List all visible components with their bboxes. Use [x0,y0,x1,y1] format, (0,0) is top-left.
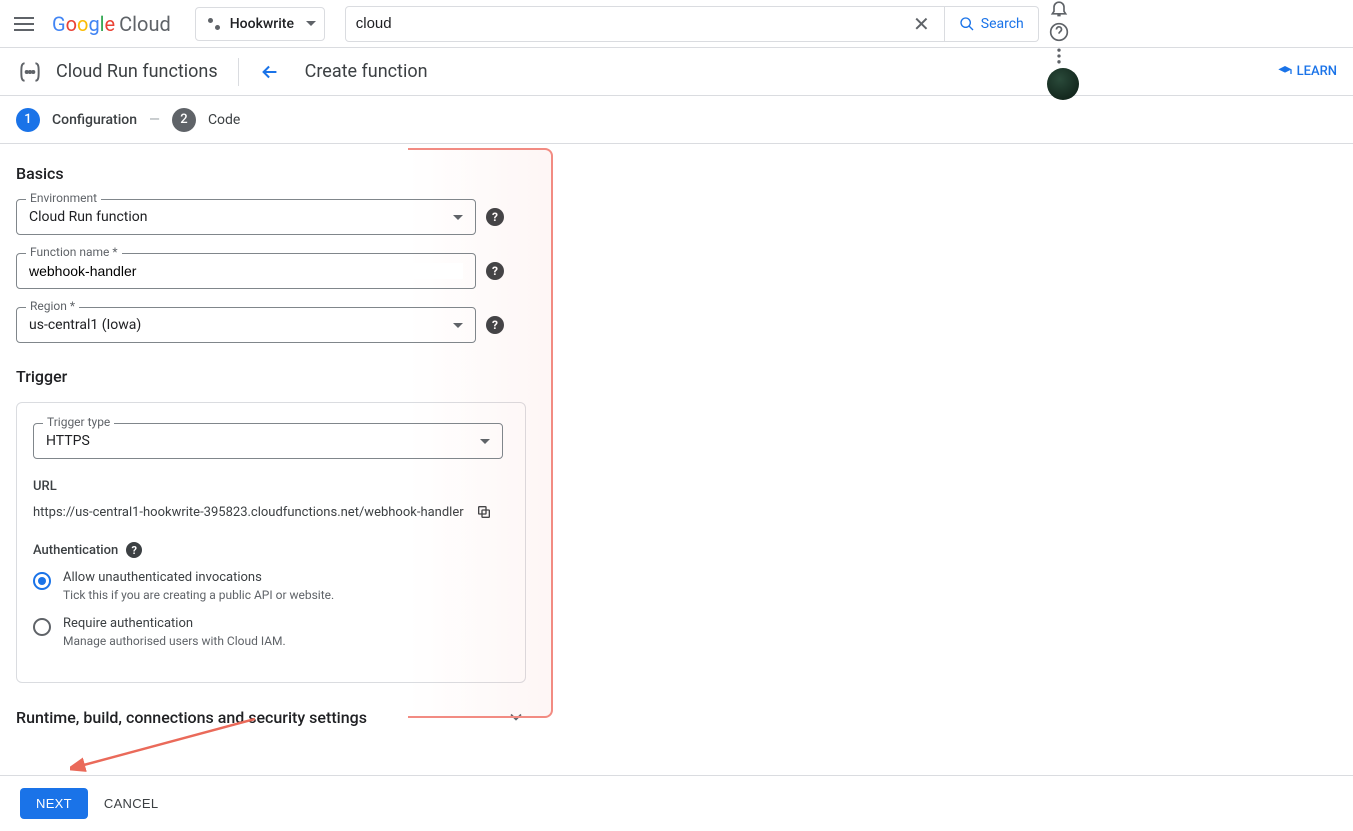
radio-require-label: Require authentication [63,616,286,631]
caret-down-icon [480,439,490,444]
search-input[interactable] [356,15,909,32]
copy-url-icon[interactable] [476,504,492,520]
authentication-heading: Authentication [33,543,118,558]
google-cloud-logo[interactable]: GoogleCloud [52,12,171,36]
learn-icon [1277,64,1293,80]
auth-option-unauth[interactable]: Allow unauthenticated invocations Tick t… [33,570,509,602]
radio-require-auth[interactable] [33,618,51,636]
stepper: 1 Configuration — 2 Code [0,96,1353,144]
caret-down-icon [453,323,463,328]
chevron-down-icon [506,707,526,727]
url-heading: URL [33,479,509,494]
function-name-input[interactable] [29,263,463,279]
form-content: Basics Environment Cloud Run function Fu… [0,144,560,817]
caret-down-icon [306,21,316,26]
project-icon [206,16,222,32]
search-icon [959,16,975,32]
radio-require-sub: Manage authorised users with Cloud IAM. [63,634,286,648]
back-arrow-icon[interactable] [259,61,281,83]
project-name: Hookwrite [230,16,294,32]
trigger-title: Trigger [16,367,544,386]
step-1-label: Configuration [52,112,137,128]
search-button[interactable]: Search [945,6,1039,42]
function-name-label: Function name * [26,245,122,259]
step-2-label[interactable]: Code [208,112,240,128]
divider [238,58,239,86]
region-value: us-central1 (Iowa) [29,317,141,333]
environment-value: Cloud Run function [29,209,147,225]
auth-option-require[interactable]: Require authentication Manage authorised… [33,616,509,648]
caret-down-icon [453,215,463,220]
cancel-button[interactable]: CANCEL [104,796,159,811]
page-title: Create function [305,61,428,82]
search-box[interactable]: ✕ [345,6,945,42]
footer-bar: NEXT CANCEL [0,775,1353,831]
clear-search-icon[interactable]: ✕ [909,12,934,36]
search-container: ✕ Search [345,6,1039,42]
region-help-icon[interactable] [486,316,504,334]
service-name: Cloud Run functions [56,61,218,82]
notifications-icon[interactable] [1047,0,1071,20]
trigger-type-label: Trigger type [43,415,114,429]
region-label: Region * [26,299,79,313]
more-menu-icon[interactable] [1047,44,1071,68]
page-header: Cloud Run functions Create function LEAR… [0,48,1353,96]
learn-button[interactable]: LEARN [1277,64,1337,80]
nav-menu-button[interactable] [12,12,36,36]
learn-label: LEARN [1297,64,1337,79]
basics-title: Basics [16,164,544,183]
environment-label: Environment [26,191,101,205]
function-url: https://us-central1-hookwrite-395823.clo… [33,505,464,520]
help-icon[interactable] [1047,20,1071,44]
account-avatar[interactable] [1047,68,1079,100]
cloud-functions-icon [16,58,44,86]
region-select[interactable]: us-central1 (Iowa) [16,307,476,343]
top-bar: GoogleCloud Hookwrite ✕ Search [0,0,1353,48]
radio-unauth-label: Allow unauthenticated invocations [63,570,334,585]
radio-unauth-sub: Tick this if you are creating a public A… [63,588,334,602]
search-button-label: Search [981,16,1024,32]
authentication-help-icon[interactable] [126,542,142,558]
next-button[interactable]: NEXT [20,788,88,819]
step-separator: — [149,112,160,128]
project-selector[interactable]: Hookwrite [195,7,325,41]
environment-help-icon[interactable] [486,208,504,226]
step-2-indicator: 2 [172,108,196,132]
runtime-settings-title: Runtime, build, connections and security… [16,708,367,727]
trigger-type-value: HTTPS [46,433,90,449]
trigger-card: Trigger type HTTPS URL https://us-centra… [16,402,526,683]
runtime-settings-expander[interactable]: Runtime, build, connections and security… [16,707,526,727]
radio-unauth[interactable] [33,572,51,590]
function-name-help-icon[interactable] [486,262,504,280]
step-1-indicator: 1 [16,108,40,132]
